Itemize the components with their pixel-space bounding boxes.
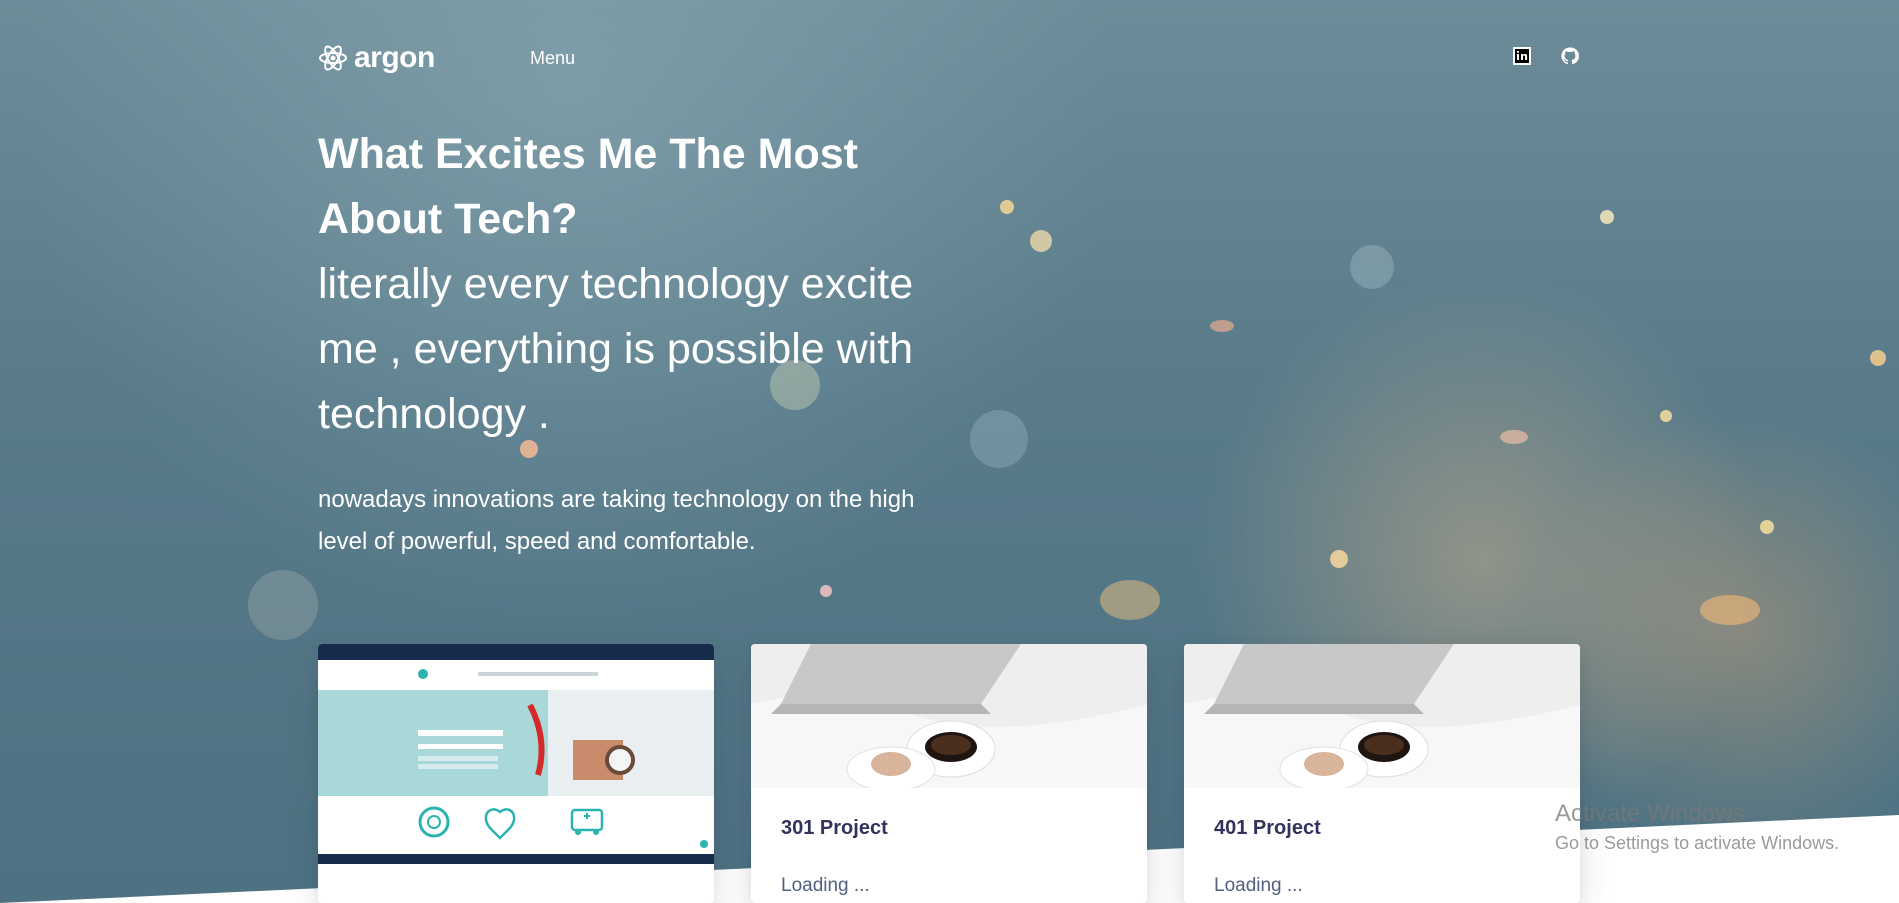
hero-title: What Excites Me The Most About Tech?: [318, 130, 858, 243]
project-image: [1184, 644, 1580, 792]
github-icon[interactable]: [1560, 46, 1580, 66]
project-screenshot: [318, 644, 714, 903]
project-card-2[interactable]: 301 Project Loading ...: [751, 644, 1147, 903]
social-links: [1512, 46, 1580, 66]
brand-name: argon: [354, 41, 435, 74]
card-text: Loading ...: [781, 875, 870, 896]
card-text: Loading ...: [1214, 875, 1303, 896]
menu-link[interactable]: Menu: [530, 46, 575, 70]
navbar: argon Menu: [318, 40, 1580, 76]
atom-icon: [319, 45, 347, 71]
hero-lead: nowadays innovations are taking technolo…: [318, 486, 915, 555]
project-card-1[interactable]: [318, 644, 714, 903]
card-title: 301 Project: [781, 817, 888, 839]
brand-logo[interactable]: argon: [318, 40, 435, 76]
activation-watermark-subtitle: Go to Settings to activate Windows.: [1555, 833, 1840, 853]
hero-subtitle: literally every technology excite me , e…: [318, 260, 914, 438]
card-title: 401 Project: [1214, 817, 1321, 839]
activation-watermark-title: Activate Windows: [1555, 800, 1745, 827]
project-card-3[interactable]: 401 Project Loading ...: [1184, 644, 1580, 903]
project-image: [751, 644, 1147, 792]
linkedin-icon[interactable]: [1512, 46, 1532, 66]
